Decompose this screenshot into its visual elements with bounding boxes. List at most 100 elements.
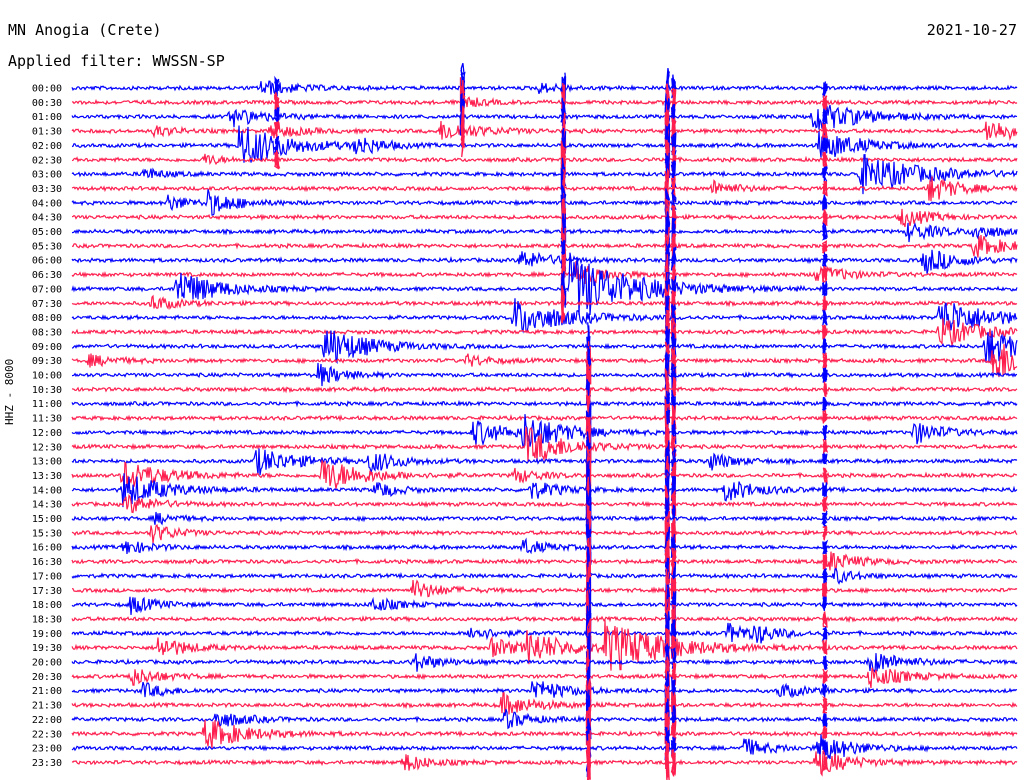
row-time-label: 13:00 — [32, 457, 62, 468]
spike-5-row-23 — [822, 410, 828, 424]
row-time-label: 20:30 — [32, 672, 62, 683]
trace-row-1600 — [71, 537, 1018, 555]
spike-5-row-25 — [822, 438, 829, 455]
row-time-label: 21:30 — [32, 701, 62, 712]
spike-5-row-40 — [822, 655, 828, 671]
time-axis-labels: 00:00 00:30 01:00 01:30 02:00 02:30 03:00 03:30… — [32, 84, 62, 769]
row-time-label: 06:00 — [32, 256, 62, 267]
row-time-label: 15:30 — [32, 528, 62, 539]
row-time-label: 23:30 — [32, 758, 62, 769]
spike-5-row-27 — [822, 467, 829, 485]
spike-5-row-38 — [821, 626, 828, 642]
spike-5-row-24 — [822, 424, 828, 441]
spike-5-row-29 — [821, 495, 828, 512]
spike-5-row-1 — [822, 95, 828, 111]
filter-line: Applied filter: WWSSN-SP — [8, 52, 225, 70]
filter-prefix: Applied filter: — [8, 52, 144, 70]
spike-5-row-22 — [821, 396, 828, 413]
spike-5-row-7 — [822, 180, 828, 197]
row-time-label: 00:30 — [32, 98, 62, 109]
row-time-label: 06:30 — [32, 270, 62, 281]
row-time-label: 14:30 — [32, 500, 62, 511]
seismogram-plot: 00:00 00:30 01:00 01:30 02:00 02:30 03:00 03:30… — [32, 63, 1018, 780]
row-time-label: 20:00 — [32, 658, 62, 669]
spike-5-row-2 — [822, 109, 828, 126]
spike-5-row-33 — [822, 552, 828, 570]
trace-row-0630 — [71, 261, 1018, 284]
row-time-label: 01:00 — [32, 112, 62, 123]
spike-5-row-8 — [822, 194, 828, 211]
spike-5-row-19 — [822, 352, 828, 370]
trace-row-0400 — [71, 189, 1018, 216]
spike-5-row-12 — [822, 251, 828, 268]
trace-row-1500 — [71, 511, 1018, 526]
trace-row-1530 — [71, 524, 1018, 544]
spike-5-row-10 — [821, 222, 828, 241]
filter-name: WWSSN-SP — [152, 52, 225, 70]
trace-group — [71, 63, 1018, 780]
trace-row-1130 — [71, 413, 1018, 422]
row-time-label: 11:00 — [32, 399, 62, 410]
row-time-label: 04:30 — [32, 213, 62, 224]
spike-5-row-43 — [822, 695, 828, 714]
spike-5-row-14 — [821, 281, 828, 298]
trace-row-1730 — [72, 579, 1018, 598]
spike-5-row-21 — [823, 381, 828, 397]
trace-row-1830 — [71, 615, 1018, 624]
row-time-label: 17:00 — [32, 571, 62, 582]
row-time-label: 02:30 — [32, 155, 62, 166]
trace-row-0030 — [71, 96, 1018, 108]
trace-row-1030 — [71, 385, 1018, 394]
row-time-label: 05:30 — [32, 241, 62, 252]
trace-row-1630 — [71, 551, 1018, 572]
trace-row-0530 — [71, 235, 1018, 258]
row-time-label: 02:00 — [32, 141, 62, 152]
spike-5-row-41 — [822, 668, 829, 686]
trace-row-0130 — [71, 120, 1018, 142]
row-time-label: 01:30 — [32, 127, 62, 138]
row-time-label: 18:00 — [32, 600, 62, 611]
trace-row-2330 — [71, 748, 1018, 777]
spike-5-row-5 — [821, 151, 829, 169]
spike-6-row-2 — [274, 106, 280, 126]
spike-5-row-45 — [822, 725, 828, 739]
row-time-label: 09:00 — [32, 342, 62, 353]
trace-row-0500 — [71, 222, 1018, 243]
spike-5-row-42 — [822, 683, 828, 699]
row-time-label: 03:30 — [32, 184, 62, 195]
row-time-label: 22:30 — [32, 729, 62, 740]
trace-row-1430 — [71, 494, 1018, 514]
trace-row-2230 — [71, 719, 1018, 749]
spike-5-row-11 — [821, 240, 828, 254]
spike-5-row-6 — [822, 165, 828, 182]
row-time-label: 16:00 — [32, 543, 62, 554]
row-time-label: 14:00 — [32, 485, 62, 496]
spike-5-row-9 — [821, 209, 828, 227]
trace-row-1000 — [71, 362, 1018, 387]
spike-5-row-16 — [822, 309, 828, 326]
spike-5-row-15 — [822, 295, 828, 312]
trace-row-1400 — [71, 473, 1018, 508]
spike-5-row-37 — [822, 610, 828, 628]
spike-5-row-44 — [822, 713, 828, 728]
spike-5-row-18 — [821, 338, 828, 355]
row-time-label: 23:00 — [32, 744, 62, 755]
spike-3-row-47 — [664, 740, 670, 780]
row-time-label: 03:00 — [32, 170, 62, 181]
row-time-label: 08:30 — [32, 327, 62, 338]
row-time-label: 12:00 — [32, 428, 62, 439]
row-time-label: 07:30 — [32, 299, 62, 310]
spike-5-row-3 — [821, 122, 828, 140]
row-time-label: 15:00 — [32, 514, 62, 525]
row-time-label: 10:30 — [32, 385, 62, 396]
row-time-label: 18:30 — [32, 614, 62, 625]
row-time-label: 19:00 — [32, 629, 62, 640]
trace-row-1100 — [71, 399, 1018, 408]
row-time-label: 12:30 — [32, 442, 62, 453]
trace-row-2030 — [71, 667, 1018, 689]
row-time-label: 07:00 — [32, 284, 62, 295]
trace-row-1700 — [71, 567, 1018, 585]
trace-row-0730 — [71, 294, 1018, 310]
row-time-label: 16:30 — [32, 557, 62, 568]
spike-5-row-20 — [822, 367, 828, 383]
